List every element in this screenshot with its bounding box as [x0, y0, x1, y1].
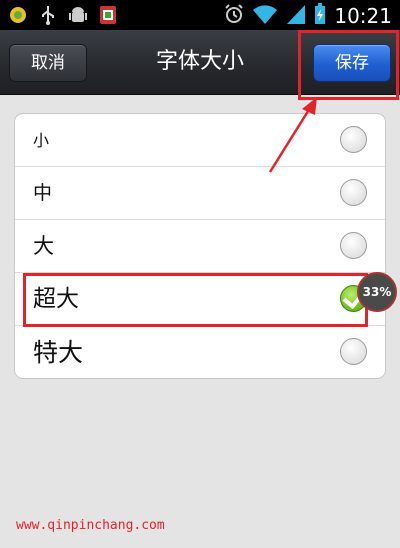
annotation-arrow-icon — [268, 97, 317, 173]
watermark: www.qinpinchang.com — [16, 518, 165, 533]
